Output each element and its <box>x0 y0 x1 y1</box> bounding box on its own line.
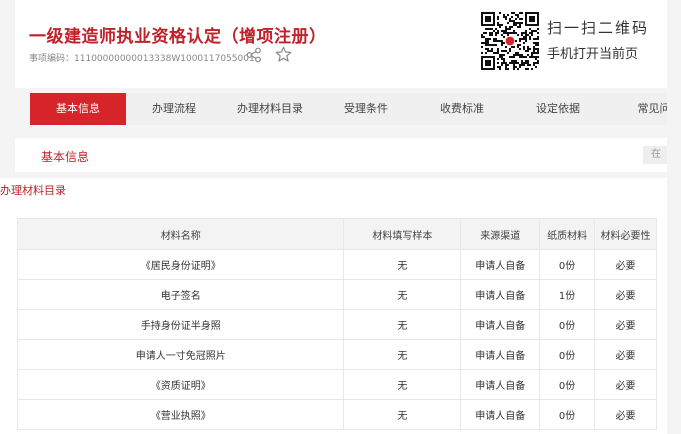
section-right-button[interactable]: 在 <box>643 146 667 164</box>
table-row: 手持身份证半身照 无 申请人自备 0份 必要 <box>16 309 657 340</box>
material-sample: 无 <box>343 309 462 340</box>
material-name[interactable]: 《营业执照》 <box>16 399 345 430</box>
material-necessity: 必要 <box>594 339 657 370</box>
material-source: 申请人自备 <box>460 339 541 370</box>
table-row: 《资质证明》 无 申请人自备 0份 必要 <box>16 369 657 400</box>
qr-hint-line1: 扫一扫二维码 <box>547 19 650 37</box>
tab-basic-info[interactable]: 基本信息 <box>30 93 126 125</box>
qr-hint-line2: 手机打开当前页 <box>547 47 639 62</box>
material-paper-count: 0份 <box>539 309 596 340</box>
material-name[interactable]: 电子签名 <box>16 279 345 310</box>
material-paper-count: 1份 <box>539 279 596 310</box>
item-code: 事项编码：11100000000013338W1000117055001 <box>29 51 255 64</box>
table-row: 电子签名 无 申请人自备 1份 必要 <box>16 279 657 310</box>
material-necessity: 必要 <box>594 369 657 400</box>
material-necessity: 必要 <box>594 399 657 430</box>
tab-faq[interactable]: 常见问 <box>606 93 668 125</box>
material-source: 申请人自备 <box>460 279 541 310</box>
item-code-value: 11100000000013338W1000117055001 <box>74 54 255 64</box>
column-header: 材料填写样本 <box>343 218 462 250</box>
material-paper-count: 0份 <box>539 369 596 400</box>
tab-legal-basis[interactable]: 设定依据 <box>510 93 606 125</box>
tab-bar: 基本信息 办理流程 办理材料目录 受理条件 收费标准 设定依据 常见问 <box>30 93 667 125</box>
page-header: 一级建造师执业资格认定（增项注册） 事项编码：11100000000013338… <box>15 0 667 88</box>
share-icon[interactable] <box>246 47 262 63</box>
favorite-star-icon[interactable] <box>275 46 292 63</box>
item-code-label: 事项编码： <box>29 54 75 64</box>
material-sample: 无 <box>343 369 462 400</box>
materials-table: 材料名称 材料填写样本 来源渠道 纸质材料 材料必要性 《居民身份证明》 无 申… <box>16 218 657 430</box>
material-source: 申请人自备 <box>460 369 541 400</box>
material-source: 申请人自备 <box>460 249 541 280</box>
material-paper-count: 0份 <box>539 249 596 280</box>
material-name[interactable]: 《资质证明》 <box>16 369 345 400</box>
section-title: 基本信息 <box>41 150 90 164</box>
material-sample: 无 <box>343 279 462 310</box>
page-title: 一级建造师执业资格认定（增项注册） <box>29 27 327 47</box>
tab-fees[interactable]: 收费标准 <box>414 93 510 125</box>
material-necessity: 必要 <box>594 249 657 280</box>
column-header: 来源渠道 <box>460 218 541 250</box>
basic-info-section: 基本信息 在 <box>15 138 667 172</box>
material-paper-count: 0份 <box>539 339 596 370</box>
qr-code <box>481 12 539 70</box>
material-name[interactable]: 申请人一寸免冠照片 <box>16 339 345 370</box>
material-name[interactable]: 手持身份证半身照 <box>16 309 345 340</box>
table-row: 申请人一寸免冠照片 无 申请人自备 0份 必要 <box>16 339 657 370</box>
table-row: 《居民身份证明》 无 申请人自备 0份 必要 <box>16 249 657 280</box>
table-row: 《营业执照》 无 申请人自备 0份 必要 <box>16 399 657 430</box>
column-header: 纸质材料 <box>539 218 596 250</box>
material-name[interactable]: 《居民身份证明》 <box>16 249 345 280</box>
materials-panel: 办理材料目录 材料名称 材料填写样本 来源渠道 纸质材料 材料必要性 《居民身份… <box>0 178 667 434</box>
tab-process[interactable]: 办理流程 <box>126 93 222 125</box>
material-necessity: 必要 <box>594 279 657 310</box>
material-sample: 无 <box>343 339 462 370</box>
tab-materials[interactable]: 办理材料目录 <box>222 93 318 125</box>
material-sample: 无 <box>343 249 462 280</box>
table-header-row: 材料名称 材料填写样本 来源渠道 纸质材料 材料必要性 <box>16 218 657 250</box>
column-header: 材料必要性 <box>594 218 657 250</box>
column-header: 材料名称 <box>16 218 345 250</box>
materials-title: 办理材料目录 <box>0 184 66 197</box>
material-necessity: 必要 <box>594 309 657 340</box>
material-paper-count: 0份 <box>539 399 596 430</box>
material-source: 申请人自备 <box>460 399 541 430</box>
material-sample: 无 <box>343 399 462 430</box>
material-source: 申请人自备 <box>460 309 541 340</box>
tab-conditions[interactable]: 受理条件 <box>318 93 414 125</box>
